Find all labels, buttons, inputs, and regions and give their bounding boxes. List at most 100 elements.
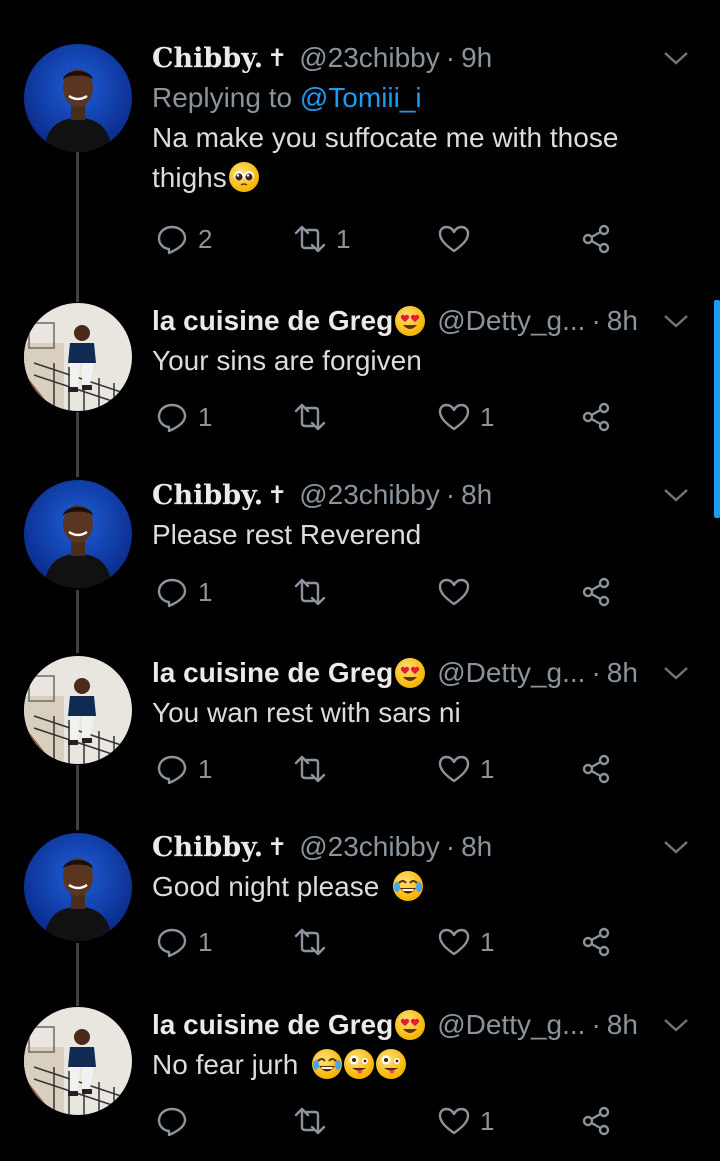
retweet-button[interactable] [294,922,336,962]
chevron-down-icon[interactable] [656,303,696,339]
pleading-face-emoji [228,162,259,192]
like-button[interactable]: 1 [438,749,494,789]
tweet-header: Chibby. ✝ @23chibby · 9h [152,38,696,78]
avatar-greg-image [24,656,132,764]
avatar-greg-image [24,303,132,411]
tweet-time[interactable]: 8h [607,657,638,689]
conversation-thread: Chibby. ✝ @23chibby · 9h Replying to @To… [0,0,720,1161]
separator-dot: · [445,831,456,862]
tweet-header: la cuisine de Greg @Detty_g... · 8h [152,1005,696,1045]
separator-dot: · [591,305,601,336]
reply-count: 1 [198,753,213,784]
author-handle[interactable]: @Detty_g... [437,305,585,337]
retweet-button[interactable] [294,749,336,789]
tweet-text: No fear jurh [152,1045,696,1085]
thread-connector [76,590,79,653]
share-icon [582,927,610,957]
tweet-actions: 1 1 [152,922,632,962]
reply-button[interactable]: 1 [156,572,212,612]
tweet-header: la cuisine de Greg @Detty_g... · 8h [152,653,696,693]
cross-icon: ✝ [267,481,288,509]
tears-of-joy-emoji [312,1049,343,1079]
tweet-time[interactable]: 8h [461,831,492,863]
thread-connector [76,765,79,830]
tweet-text-body: Good night please [152,871,380,902]
heart-eyes-emoji [395,1010,426,1040]
avatar-chibby-image [24,44,132,152]
tears-of-joy-emoji [393,871,424,901]
author-name[interactable]: Chibby. [152,832,263,863]
author-name[interactable]: la cuisine de Greg [152,657,393,689]
author-handle[interactable]: @23chibby [299,479,440,511]
cross-icon: ✝ [267,44,288,72]
tweet-header: Chibby. ✝ @23chibby · 8h [152,827,696,867]
avatar[interactable] [24,1007,132,1115]
avatar[interactable] [24,480,132,588]
chevron-down-icon[interactable] [656,1007,696,1043]
like-icon [438,928,470,956]
author-name[interactable]: Chibby. [152,43,263,74]
avatar[interactable] [24,44,132,152]
tweet-time[interactable]: 9h [461,42,492,74]
retweet-button[interactable] [294,397,336,437]
reply-button[interactable]: 2 [156,219,212,259]
like-button[interactable]: 1 [438,1101,494,1141]
retweet-button[interactable] [294,1101,336,1141]
share-button[interactable] [580,749,612,789]
reply-button[interactable]: 1 [156,922,212,962]
scrollbar[interactable] [714,300,720,518]
share-button[interactable] [580,219,612,259]
author-name[interactable]: la cuisine de Greg [152,305,393,337]
like-button[interactable]: 1 [438,922,494,962]
tweet-time[interactable]: 8h [461,479,492,511]
reply-icon [157,225,187,255]
reply-button[interactable] [156,1101,198,1141]
chevron-down-icon[interactable] [656,655,696,691]
tweet-actions: 1 1 [152,749,632,789]
reply-mention-link[interactable]: @Tomiii_i [300,82,422,113]
author-handle[interactable]: @23chibby [299,831,440,863]
author-name[interactable]: la cuisine de Greg [152,1009,393,1041]
like-count: 1 [480,401,495,432]
share-icon [582,577,610,607]
like-count: 1 [480,1105,495,1136]
author-handle[interactable]: @Detty_g... [437,657,585,689]
avatar[interactable] [24,833,132,941]
reply-icon [157,755,187,785]
share-icon [582,1106,610,1136]
reply-button[interactable]: 1 [156,749,212,789]
avatar-chibby-image [24,480,132,588]
like-button[interactable] [438,572,480,612]
share-button[interactable] [580,572,612,612]
avatar[interactable] [24,303,132,411]
author-name[interactable]: Chibby. [152,480,263,511]
separator-dot: · [591,657,601,688]
chevron-down-icon[interactable] [656,477,696,513]
like-button[interactable]: 1 [438,397,494,437]
like-icon [438,578,470,606]
thread-connector [76,152,79,302]
share-button[interactable] [580,397,612,437]
avatar-greg-image [24,1007,132,1115]
tweet-time[interactable]: 8h [607,1009,638,1041]
retweet-icon [294,1107,326,1135]
share-button[interactable] [580,922,612,962]
author-handle[interactable]: @23chibby [299,42,440,74]
retweet-button[interactable]: 1 [294,219,350,259]
retweet-icon [294,403,326,431]
retweet-button[interactable] [294,572,336,612]
like-count: 1 [480,753,495,784]
tweet-text: Please rest Reverend [152,519,422,550]
chevron-down-icon[interactable] [656,829,696,865]
heart-eyes-emoji [395,306,426,336]
tweet-text: Good night please [152,867,696,907]
avatar[interactable] [24,656,132,764]
like-button[interactable] [438,219,480,259]
reply-button[interactable]: 1 [156,397,212,437]
chevron-down-icon[interactable] [656,40,696,76]
tweet-time[interactable]: 8h [607,305,638,337]
retweet-icon [294,928,326,956]
share-button[interactable] [580,1101,612,1141]
author-handle[interactable]: @Detty_g... [437,1009,585,1041]
thread-connector [76,412,79,477]
